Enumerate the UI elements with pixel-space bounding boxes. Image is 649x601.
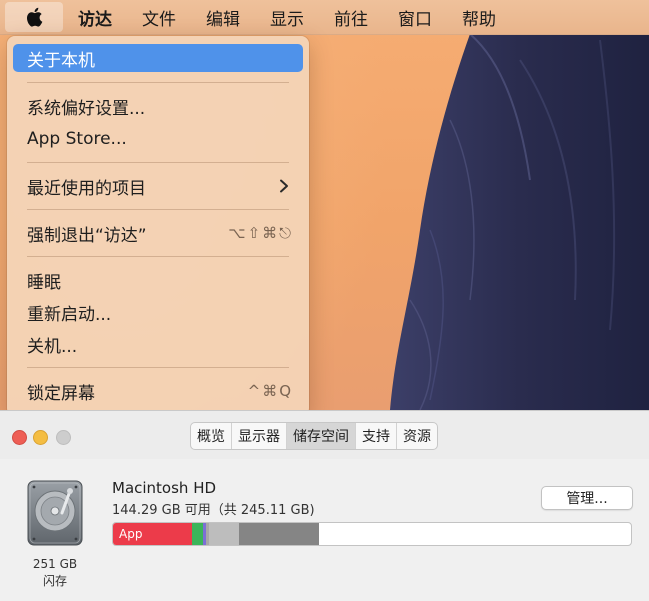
tab-support[interactable]: 支持 <box>356 423 397 449</box>
menubar-file[interactable]: 文件 <box>127 0 191 34</box>
drive-name: Macintosh HD <box>112 479 217 497</box>
storage-segment-5[interactable] <box>239 523 319 545</box>
disk-type-label: 闪存 <box>42 574 67 588</box>
menu-item-shutdown-label: 关机... <box>27 336 78 357</box>
menu-item-recent-items[interactable]: 最近使用的项目 <box>13 172 303 200</box>
storage-segment-4[interactable] <box>209 523 239 545</box>
apple-dropdown-menu: 关于本机 系统偏好设置... App Store... 最近使用的项目 强制退出… <box>7 36 309 416</box>
menu-item-preferences-label: 系统偏好设置... <box>27 98 146 119</box>
window-titlebar: 概览 显示器 储存空间 支持 资源 <box>0 411 649 459</box>
menu-item-preferences[interactable]: 系统偏好设置... <box>13 92 303 120</box>
menubar-edit[interactable]: 编辑 <box>191 0 255 34</box>
segmented-tabs: 概览 显示器 储存空间 支持 资源 <box>190 422 438 450</box>
menu-bar: 访达 文件 编辑 显示 前往 窗口 帮助 <box>0 0 649 35</box>
menubar-window[interactable]: 窗口 <box>383 0 447 34</box>
minimize-window-button[interactable] <box>33 430 48 445</box>
storage-segment-1[interactable] <box>192 523 203 545</box>
menu-item-shutdown[interactable]: 关机... <box>13 330 303 358</box>
chevron-right-icon <box>280 179 288 193</box>
apple-menu-button[interactable] <box>5 2 63 32</box>
menu-item-restart-label: 重新启动... <box>27 304 112 325</box>
disk-size-label: 251 GB <box>32 557 78 571</box>
menu-separator <box>27 209 289 210</box>
menu-item-force-quit[interactable]: 强制退出“访达” ⌥⇧⌘⎋ <box>13 219 303 247</box>
menu-item-app-store[interactable]: App Store... <box>13 125 303 153</box>
tab-overview[interactable]: 概览 <box>191 423 232 449</box>
menu-item-about[interactable]: 关于本机 <box>13 44 303 72</box>
storage-panel: 251 GB 闪存 Macintosh HD 144.29 GB 可用（共 24… <box>0 459 649 601</box>
menu-separator <box>27 162 289 163</box>
hard-drive-icon <box>27 480 83 546</box>
lock-screen-shortcut: ^⌘Q <box>247 382 293 400</box>
menu-separator <box>27 367 289 368</box>
drive-available-space: 144.29 GB 可用（共 245.11 GB) <box>112 503 315 518</box>
menubar-view[interactable]: 显示 <box>255 0 319 34</box>
menubar-help[interactable]: 帮助 <box>447 0 511 34</box>
menubar-go[interactable]: 前往 <box>319 0 383 34</box>
storage-segment-app[interactable]: App <box>113 523 192 545</box>
menu-item-about-label: 关于本机 <box>27 50 95 71</box>
storage-usage-bar: App <box>112 522 632 546</box>
zoom-window-button[interactable] <box>56 430 71 445</box>
menu-item-lock-screen-label: 锁定屏幕 <box>27 383 95 404</box>
apple-logo-icon <box>26 7 42 27</box>
tab-storage[interactable]: 储存空间 <box>287 423 356 449</box>
menu-separator <box>27 256 289 257</box>
menubar-app-name[interactable]: 访达 <box>63 0 127 34</box>
menu-item-app-store-label: App Store... <box>27 129 127 149</box>
tab-resources[interactable]: 资源 <box>397 423 437 449</box>
about-this-mac-window: 概览 显示器 储存空间 支持 资源 251 GB 闪存 Macintosh HD… <box>0 410 649 601</box>
menu-item-recent-items-label: 最近使用的项目 <box>27 178 146 199</box>
menu-item-lock-screen[interactable]: 锁定屏幕 ^⌘Q <box>13 377 303 405</box>
tab-displays[interactable]: 显示器 <box>232 423 287 449</box>
force-quit-shortcut: ⌥⇧⌘⎋ <box>228 224 293 242</box>
manage-button[interactable]: 管理... <box>541 486 633 510</box>
menu-item-sleep-label: 睡眠 <box>27 272 61 293</box>
menu-item-sleep[interactable]: 睡眠 <box>13 266 303 294</box>
close-window-button[interactable] <box>12 430 27 445</box>
menu-separator <box>27 82 289 83</box>
menu-item-force-quit-label: 强制退出“访达” <box>27 225 147 246</box>
menu-item-restart[interactable]: 重新启动... <box>13 298 303 326</box>
